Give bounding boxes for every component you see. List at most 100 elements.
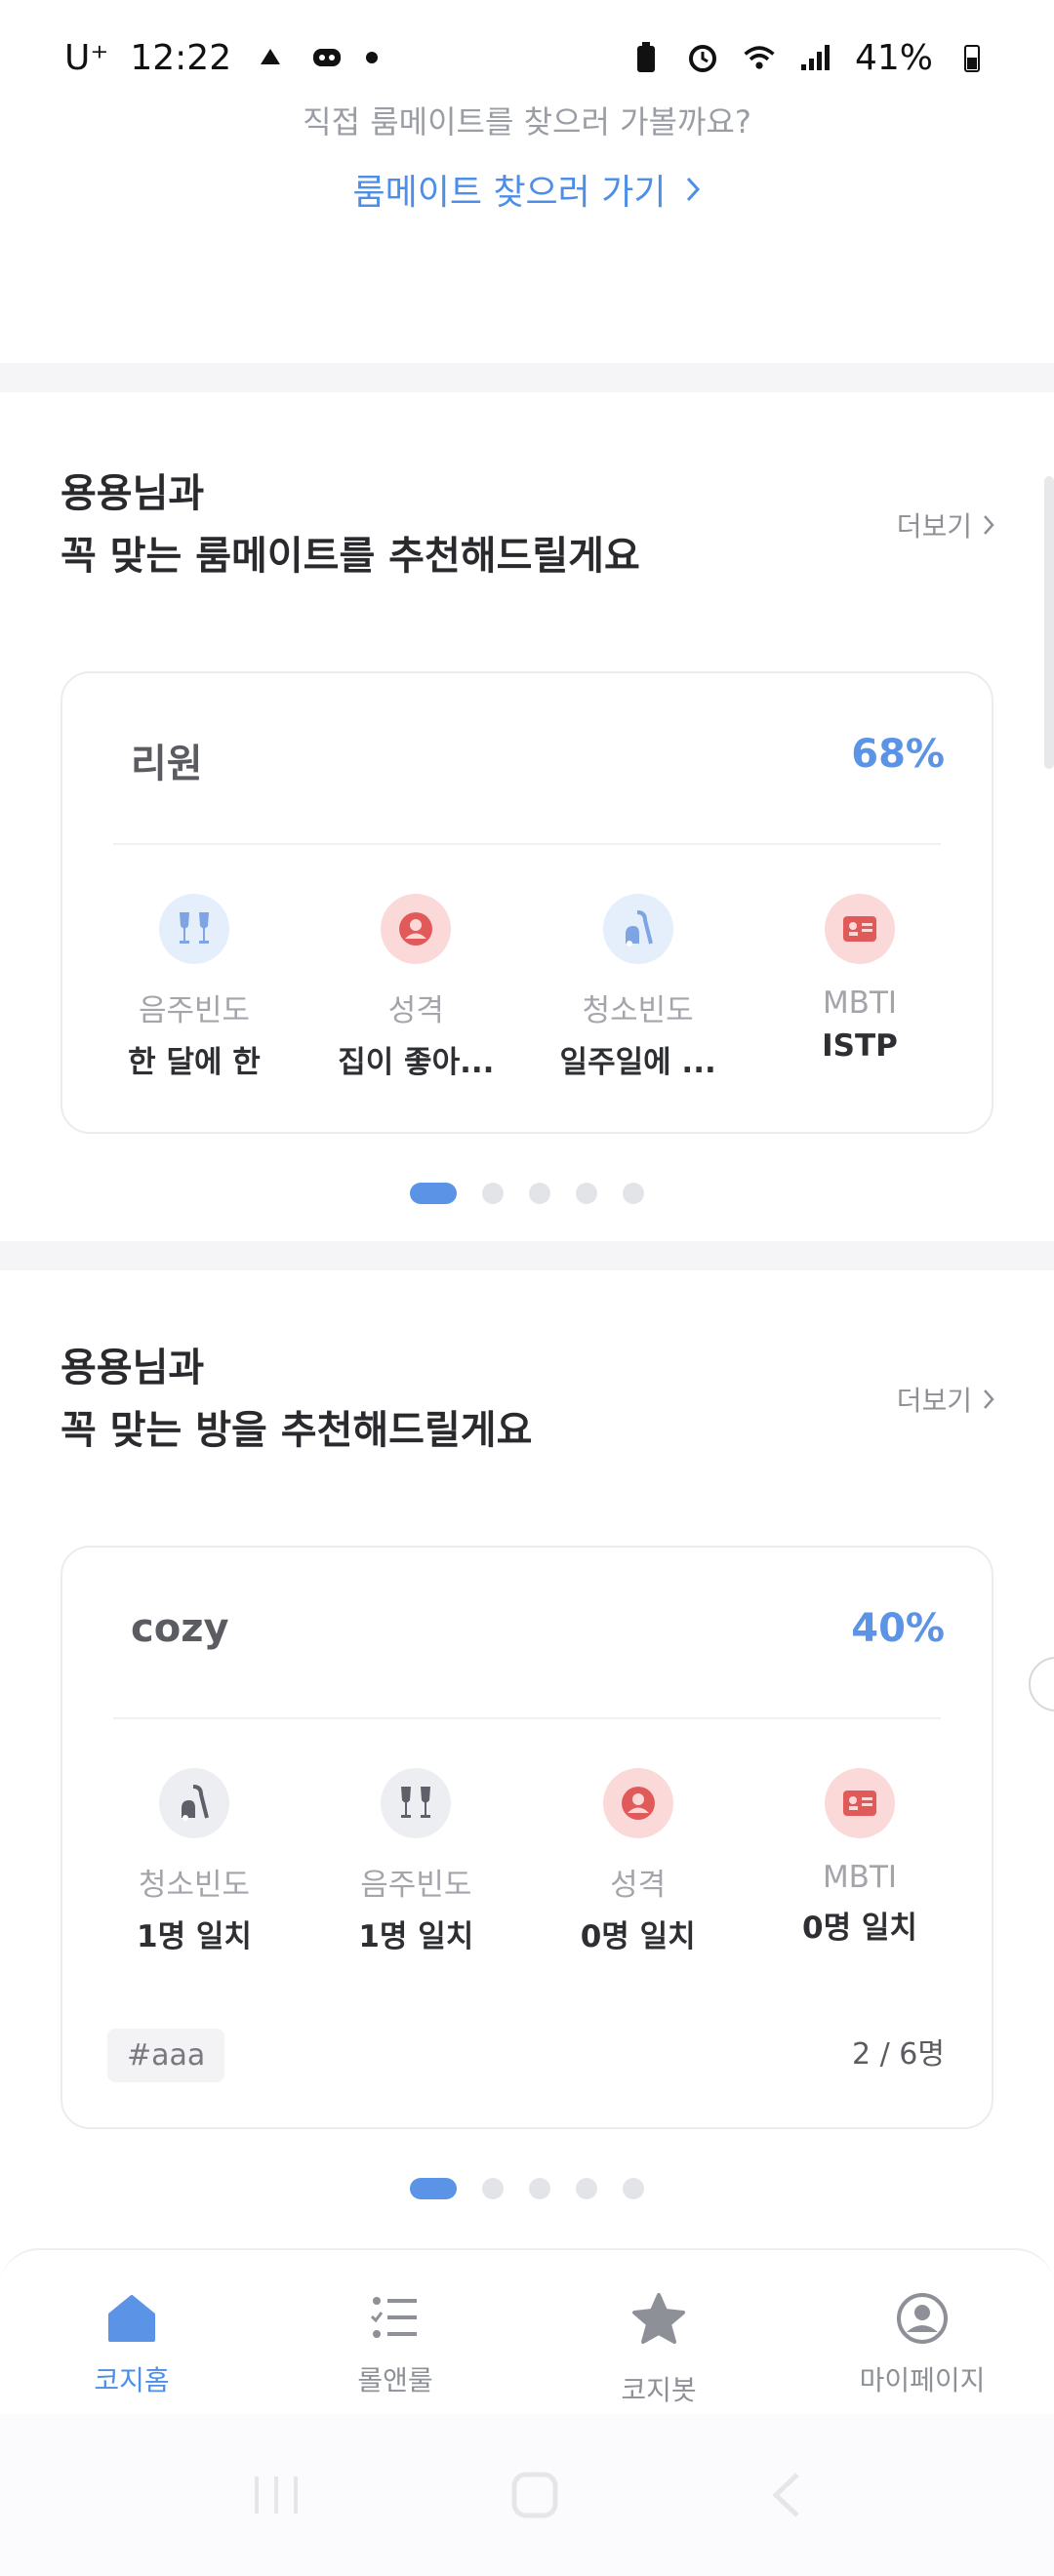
roommate-title-line2: 꼭 맞는 룸메이트를 추천해드릴게요 (61, 534, 640, 579)
match-percentage: 40% (851, 1606, 945, 1651)
room-title-line2: 꼭 맞는 방을 추천해드릴게요 (61, 1408, 533, 1453)
home-button-icon[interactable] (508, 2469, 561, 2521)
battery-icon (954, 40, 990, 75)
carousel-dot[interactable] (623, 2178, 644, 2199)
carousel-dot[interactable] (482, 2178, 504, 2199)
attribute-value: 일주일에 ... (559, 1045, 716, 1080)
home-icon (108, 2295, 155, 2342)
room-carousel-indicator (0, 2178, 1054, 2199)
nav-label: 코지봇 (621, 2374, 697, 2406)
checklist-icon (370, 2297, 417, 2338)
recent-apps-icon[interactable] (249, 2471, 304, 2519)
back-icon[interactable] (766, 2469, 805, 2521)
id-card-icon (824, 894, 895, 964)
attribute-label: 청소빈도 (582, 993, 694, 1028)
vacuum-icon (602, 894, 673, 964)
find-roommate-label: 룸메이트 찾으러 가기 (352, 173, 667, 213)
match-percentage: 68% (851, 732, 945, 777)
roommate-carousel-indicator (0, 1183, 1054, 1204)
carousel-dot[interactable] (482, 1183, 504, 1204)
vacuum-icon (159, 1768, 229, 1838)
attribute-label: 청소빈도 (138, 1868, 251, 1903)
scroll-handle[interactable] (1029, 1657, 1054, 1711)
star-icon (632, 2293, 685, 2344)
wine-glasses-icon (381, 1768, 452, 1838)
carousel-dot[interactable] (623, 1183, 644, 1204)
discord-icon (309, 40, 345, 75)
attribute-personality: 성격 집이 좋아... (313, 894, 518, 1081)
attribute-value: 1명 일치 (137, 1919, 252, 1954)
bottom-navigation: 코지홈 롤앤룰 코지봇 마이페이지 (0, 2248, 1054, 2414)
attribute-value: 한 달에 한 (128, 1045, 261, 1080)
room-card[interactable]: cozy 40% 청소빈도 1명 일치 음주빈도 1명 일치 성격 0명 일치 (61, 1546, 993, 2129)
nav-item-cozy-bot[interactable]: 코지봇 (527, 2250, 790, 2414)
prompt-subtitle: 직접 룸메이트를 찾으러 가볼까요? (303, 103, 751, 141)
attribute-drinking: 음주빈도 한 달에 한 (92, 894, 297, 1081)
carousel-dot-active[interactable] (410, 1183, 457, 1204)
nav-item-cozy-home[interactable]: 코지홈 (0, 2250, 264, 2414)
nav-label: 코지홈 (94, 2364, 170, 2396)
chevron-right-icon (984, 515, 994, 535)
nav-label: 마이페이지 (859, 2364, 986, 2396)
room-tag: #aaa (107, 2029, 225, 2082)
attribute-mbti: MBTI 0명 일치 (757, 1768, 962, 1955)
notification-icon (253, 40, 288, 75)
carousel-dot[interactable] (576, 1183, 597, 1204)
signal-icon (798, 40, 833, 75)
find-roommate-link[interactable]: 룸메이트 찾으러 가기 (353, 164, 702, 215)
attribute-label: MBTI (822, 1860, 898, 1895)
room-name: cozy (131, 1606, 229, 1651)
room-title-line1: 용용님과 (61, 1346, 205, 1390)
room-more-button[interactable]: 더보기 (897, 1380, 995, 1419)
section-divider (0, 1241, 1054, 1270)
nav-item-role-and-rule[interactable]: 롤앤룰 (264, 2250, 527, 2414)
more-label: 더보기 (896, 510, 972, 543)
attribute-personality: 성격 0명 일치 (536, 1768, 741, 1955)
chevron-right-icon (984, 1389, 994, 1409)
attribute-label: 음주빈도 (138, 993, 251, 1028)
more-notifications-icon (366, 52, 379, 63)
roommate-section-title: 용용님과 꼭 맞는 룸메이트를 추천해드릴게요 (61, 463, 640, 587)
profile-icon (897, 2293, 948, 2344)
battery-percentage: 41% (854, 37, 933, 78)
nav-label: 롤앤룰 (357, 2364, 433, 2396)
battery-saver-icon (628, 40, 664, 75)
carousel-dot[interactable] (529, 1183, 550, 1204)
section-divider (0, 363, 1054, 392)
attribute-label: 음주빈도 (360, 1868, 472, 1903)
person-circle-icon (381, 894, 452, 964)
attribute-mbti: MBTI ISTP (757, 894, 962, 1081)
attribute-label: 성격 (387, 993, 444, 1028)
attribute-cleaning: 청소빈도 일주일에 ... (536, 894, 741, 1081)
carousel-dot-active[interactable] (410, 2178, 457, 2199)
attribute-value: ISTP (822, 1028, 898, 1064)
carousel-dot[interactable] (529, 2178, 550, 2199)
carrier-label: U⁺ (64, 37, 109, 78)
attribute-value: 0명 일치 (580, 1919, 696, 1954)
attribute-label: 성격 (610, 1868, 667, 1903)
room-occupancy: 2 / 6명 (852, 2037, 945, 2072)
roommate-name: 리원 (131, 742, 203, 786)
card-divider (113, 1717, 941, 1719)
card-divider (113, 843, 941, 845)
system-navigation-bar (0, 2414, 1054, 2576)
wifi-icon (742, 40, 777, 75)
wine-glasses-icon (159, 894, 229, 964)
attribute-drinking: 음주빈도 1명 일치 (313, 1768, 518, 1955)
roommate-title-line1: 용용님과 (61, 471, 205, 516)
attribute-label: MBTI (822, 986, 898, 1021)
room-section-title: 용용님과 꼭 맞는 방을 추천해드릴게요 (61, 1337, 532, 1462)
roommate-card[interactable]: 리원 68% 음주빈도 한 달에 한 성격 집이 좋아... 청소빈도 일주일에… (61, 671, 993, 1134)
nav-item-my-page[interactable]: 마이페이지 (790, 2250, 1054, 2414)
person-circle-icon (602, 1768, 673, 1838)
scrollbar[interactable] (1044, 476, 1054, 769)
chevron-right-icon (687, 177, 701, 202)
alarm-icon (685, 40, 720, 75)
attribute-value: 집이 좋아... (338, 1045, 495, 1080)
more-label: 더보기 (896, 1385, 972, 1417)
attribute-cleaning: 청소빈도 1명 일치 (92, 1768, 297, 1955)
carousel-dot[interactable] (576, 2178, 597, 2199)
id-card-icon (824, 1768, 895, 1838)
clock: 12:22 (130, 37, 232, 78)
roommate-more-button[interactable]: 더보기 (897, 505, 995, 544)
